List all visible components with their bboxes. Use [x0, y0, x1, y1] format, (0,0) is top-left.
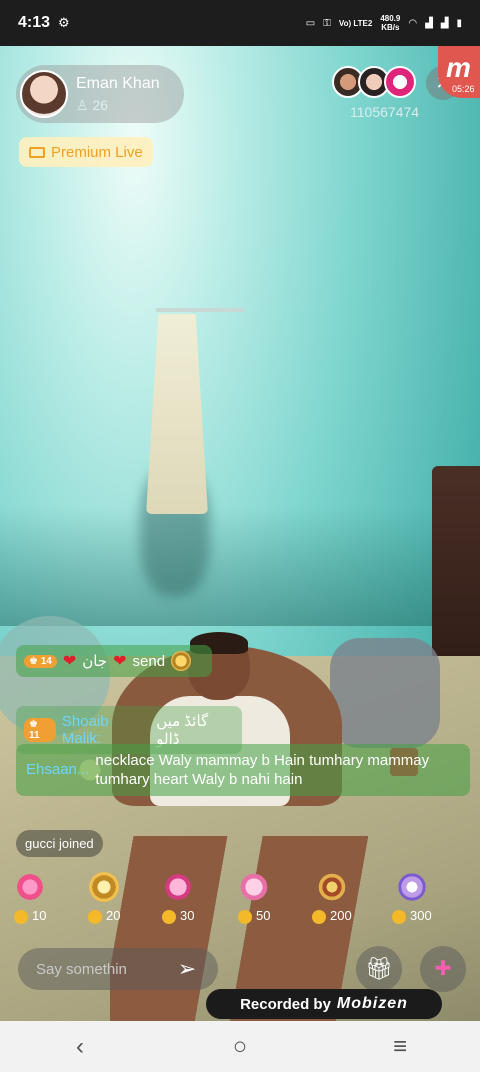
- handbag-icon: [239, 872, 270, 902]
- gift-item[interactable]: 30: [162, 872, 194, 924]
- top-viewers[interactable]: [332, 66, 416, 98]
- chat-message: Ehsaan... necklace Waly mammay b Hain tu…: [16, 744, 470, 796]
- camera-icon: [29, 146, 45, 158]
- gift-item[interactable]: 10: [14, 872, 46, 924]
- level-badge: ♚ 11: [24, 718, 56, 742]
- premium-live-badge[interactable]: Premium Live: [19, 137, 153, 167]
- join-text: gucci joined: [16, 830, 103, 857]
- recents-button[interactable]: ≡: [370, 1033, 430, 1061]
- lollipop-icon: [15, 872, 46, 902]
- gift-price: 200: [330, 908, 352, 923]
- speed-value: 480.9: [380, 14, 401, 23]
- send-icon[interactable]: ➢: [170, 952, 204, 986]
- gift-price: 300: [410, 908, 432, 923]
- status-bar: 4:13 ⚙ ▭ ⚿ Vo) LTE2 480.9 KB/s ◠ ▟ ▟ ▮: [0, 0, 480, 46]
- gift-item[interactable]: 50: [238, 872, 270, 924]
- gift-item[interactable]: 300: [392, 872, 432, 924]
- chat-text: send: [132, 652, 166, 670]
- mobizen-logo-icon: m: [446, 52, 471, 83]
- recorded-by-label: Recorded by: [240, 995, 331, 1013]
- recording-timer: 05:26: [452, 84, 475, 94]
- mobizen-brand: Mobizen: [336, 995, 408, 1012]
- signal-icon-2: ▟: [440, 17, 449, 29]
- host-name: Eman Khan: [76, 74, 160, 92]
- back-button[interactable]: ‹: [50, 1033, 110, 1061]
- gift-button[interactable]: 🎁︎: [356, 946, 402, 992]
- vpn-key-icon: ⚿: [323, 17, 331, 29]
- comment-placeholder: Say somethin: [36, 960, 127, 978]
- screen-recorder-badge[interactable]: m 05:26: [438, 46, 480, 98]
- viewer-avatar[interactable]: [384, 66, 416, 98]
- level-badge: ♚ 14: [24, 654, 57, 668]
- chat-username: جان: [82, 653, 108, 670]
- chat-username: Shoaib Malik:: [61, 713, 109, 747]
- room-id: 110567474: [350, 104, 420, 120]
- premium-live-label: Premium Live: [51, 143, 143, 161]
- viewer-count: ♙ 26: [76, 97, 160, 114]
- wall-shadow: [0, 506, 480, 626]
- gift-price: 50: [256, 908, 271, 923]
- host-avatar[interactable]: [20, 70, 68, 118]
- network-label: Vo) LTE2: [338, 18, 373, 28]
- join-notice: gucci joined: [16, 830, 103, 857]
- level-value: 11: [29, 730, 40, 741]
- coin-icon: [392, 909, 406, 924]
- ring-icon: [89, 872, 120, 902]
- wall-hanger: [156, 308, 244, 312]
- settings-status-icon: ⚙: [58, 15, 70, 30]
- gift-price: 30: [180, 908, 195, 923]
- gift-box-icon: 🎁︎: [365, 956, 393, 981]
- level-value: 14: [40, 655, 52, 667]
- battery-icon: ▮: [456, 17, 462, 29]
- heart-icon: ❤: [62, 653, 77, 670]
- coin-icon: [312, 909, 326, 924]
- recording-watermark: Recorded by Mobizen: [206, 989, 442, 1019]
- coin-icon: [88, 909, 102, 924]
- coin-icon: [14, 909, 28, 924]
- network-speed: 480.9 KB/s: [380, 14, 400, 32]
- coin-icon: [162, 909, 176, 924]
- heart-icon: ❤: [113, 653, 127, 670]
- ring-icon: [171, 651, 192, 671]
- pillow: [330, 638, 440, 748]
- viewer-count-value: 26: [92, 96, 109, 113]
- clock: 4:13: [18, 14, 51, 31]
- necklace-icon: [316, 872, 347, 902]
- system-nav-bar: ‹ ○ ≡: [0, 1021, 480, 1072]
- coin-icon: [238, 909, 252, 924]
- chat-message: ♚ 14 ❤ جان ❤ send: [16, 645, 212, 677]
- gift-item[interactable]: 200: [312, 872, 352, 924]
- person-icon: ♙: [76, 96, 89, 113]
- quick-gift-bar: 10 20 30 50 200 300: [0, 872, 480, 938]
- gift-price: 20: [106, 908, 121, 923]
- game-button[interactable]: ✚: [420, 946, 466, 992]
- gamepad-icon: ✚: [434, 958, 452, 980]
- home-button[interactable]: ○: [210, 1033, 270, 1061]
- castle-icon: [396, 872, 427, 902]
- gift-price: 10: [32, 908, 47, 923]
- chat-username: Ehsaan...: [26, 761, 90, 778]
- gift-item[interactable]: 20: [88, 872, 120, 924]
- chat-text: گائڈ میں ڈالو: [156, 713, 209, 748]
- perfume-icon: [163, 872, 194, 902]
- cast-icon: ▭: [305, 17, 316, 29]
- signal-icon: ▟: [425, 17, 433, 29]
- host-card[interactable]: Eman Khan ♙ 26: [16, 65, 184, 123]
- wifi-icon: ◠: [408, 17, 418, 29]
- hanging-cloth: [146, 314, 208, 514]
- speed-unit: KB/s: [381, 23, 400, 32]
- chat-text: necklace Waly mammay b Hain tumhary mamm…: [95, 752, 430, 788]
